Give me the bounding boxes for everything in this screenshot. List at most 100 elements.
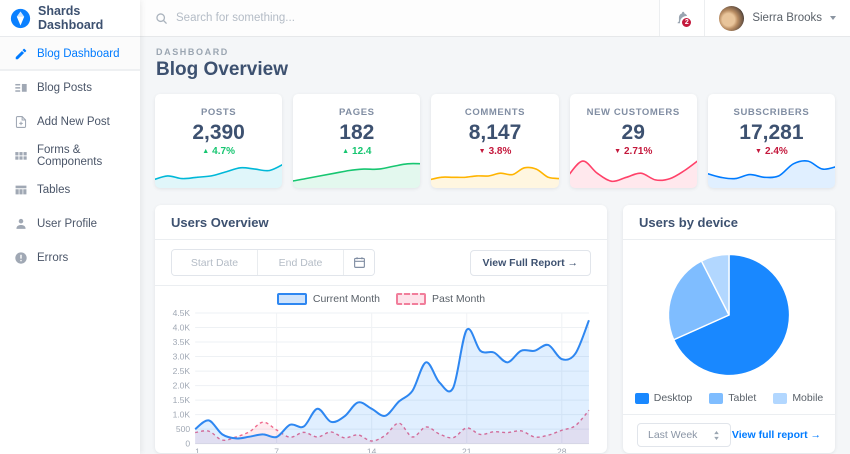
x-axis-tick: 1: [195, 447, 200, 453]
stat-change-down: ▼3.8%: [431, 146, 558, 157]
stat-change-value: 3.8%: [489, 146, 512, 157]
calendar-icon: [353, 256, 366, 269]
current-month-swatch: [277, 293, 307, 305]
legend-tablet[interactable]: Tablet: [709, 392, 756, 404]
stat-label: COMMENTS: [431, 107, 558, 118]
vertical-split-icon: [14, 81, 28, 95]
arrow-down-icon: ▼: [479, 148, 486, 155]
note-add-icon: [14, 115, 28, 129]
stat-value: 17,281: [708, 121, 835, 145]
tablet-swatch: [709, 393, 723, 404]
calendar-button[interactable]: [344, 250, 374, 275]
stat-change-up: ▲4.7%: [155, 146, 282, 157]
y-axis-tick: 3.5K: [173, 337, 191, 347]
search-bar[interactable]: [140, 0, 659, 36]
legend-label: Desktop: [654, 392, 693, 404]
stat-sparkline: [293, 152, 420, 188]
overview-controls: View Full Report →: [155, 240, 607, 286]
legend-label: Tablet: [728, 392, 756, 404]
sidebar-item-label: Forms & Components: [37, 144, 126, 168]
start-date-input[interactable]: [172, 250, 258, 275]
mobile-swatch: [773, 393, 787, 404]
legend-current-month[interactable]: Current Month: [277, 293, 380, 305]
arrow-up-icon: ▲: [202, 148, 209, 155]
stat-change-value: 2.71%: [624, 146, 652, 157]
legend-desktop[interactable]: Desktop: [635, 392, 693, 404]
chart-legend: Current Month Past Month: [165, 293, 597, 305]
brand[interactable]: Shards Dashboard: [0, 0, 140, 37]
y-axis-tick: 4.5K: [173, 308, 191, 318]
sidebar-item-label: Blog Dashboard: [37, 48, 119, 60]
sidebar-item-forms-components[interactable]: Forms & Components: [0, 139, 140, 173]
users-by-device-card: Users by device Desktop Tablet M: [623, 205, 835, 453]
stat-change-down: ▼2.4%: [708, 146, 835, 157]
sidebar-item-add-new-post[interactable]: Add New Post: [0, 105, 140, 139]
stat-sparkline: [431, 152, 558, 188]
past-month-swatch: [396, 293, 426, 305]
stat-change-value: 2.4%: [765, 146, 788, 157]
error-icon: [14, 251, 28, 265]
page-title: Blog Overview: [156, 59, 835, 81]
users-by-device-title: Users by device: [623, 205, 835, 240]
sidebar-item-blog-dashboard[interactable]: Blog Dashboard: [0, 37, 140, 71]
y-axis-tick: 3.0K: [173, 352, 191, 362]
y-axis-tick: 2.0K: [173, 381, 191, 391]
users-overview-title: Users Overview: [155, 205, 607, 240]
stat-sparkline: [155, 152, 282, 188]
view-full-report-link[interactable]: View full report →: [732, 429, 821, 441]
sidebar-item-user-profile[interactable]: User Profile: [0, 207, 140, 241]
x-axis-tick: 21: [462, 447, 472, 453]
users-overview-card: Users Overview View Full Report →: [155, 205, 607, 453]
stat-card-new-customers: NEW CUSTOMERS29▼2.71%: [570, 94, 697, 188]
breadcrumb: DASHBOARD: [156, 47, 835, 57]
person-icon: [14, 217, 28, 231]
sidebar-item-tables[interactable]: Tables: [0, 173, 140, 207]
sidebar-item-errors[interactable]: Errors: [0, 241, 140, 275]
date-range-group: [171, 249, 375, 276]
shards-logo-icon: [10, 8, 31, 29]
app-title: Shards Dashboard: [38, 4, 130, 32]
chevron-down-icon: [830, 16, 836, 20]
legend-label: Past Month: [432, 293, 485, 305]
stat-label: PAGES: [293, 107, 420, 118]
end-date-input[interactable]: [258, 250, 344, 275]
stat-value: 2,390: [155, 121, 282, 145]
legend-past-month[interactable]: Past Month: [396, 293, 485, 305]
notifications-button[interactable]: 2: [659, 0, 705, 36]
arrow-up-icon: ▲: [342, 148, 349, 155]
stat-value: 29: [570, 121, 697, 145]
user-menu[interactable]: Sierra Brooks: [705, 0, 850, 36]
timeframe-value: Last Week: [648, 429, 697, 441]
stat-value: 182: [293, 121, 420, 145]
stat-card-pages: PAGES182▲12.4: [293, 94, 420, 188]
view-full-report-button[interactable]: View Full Report →: [470, 250, 591, 276]
avatar: [719, 6, 744, 31]
pie-chart-wrap: [623, 240, 835, 386]
sidebar: Shards Dashboard Blog Dashboard Blog Post…: [0, 0, 140, 454]
sidebar-item-label: Blog Posts: [37, 82, 92, 94]
device-footer: Last Week View full report →: [623, 414, 835, 453]
legend-label: Current Month: [313, 293, 380, 305]
sidebar-item-blog-posts[interactable]: Blog Posts: [0, 71, 140, 105]
sidebar-nav: Blog Dashboard Blog Posts Add New Post Form…: [0, 37, 140, 275]
y-axis-tick: 0: [185, 439, 190, 449]
y-axis-tick: 4.0K: [173, 323, 191, 333]
y-axis-tick: 1.5K: [173, 395, 191, 405]
page-header: DASHBOARD Blog Overview: [156, 47, 835, 81]
arrow-down-icon: ▼: [755, 148, 762, 155]
stat-change-value: 4.7%: [212, 146, 235, 157]
content-area: DASHBOARD Blog Overview POSTS2,390▲4.7%P…: [140, 37, 850, 454]
stat-card-posts: POSTS2,390▲4.7%: [155, 94, 282, 188]
legend-mobile[interactable]: Mobile: [773, 392, 823, 404]
stat-label: SUBSCRIBERS: [708, 107, 835, 118]
search-input[interactable]: [176, 12, 644, 24]
timeframe-select[interactable]: Last Week: [637, 423, 731, 447]
stat-value: 8,147: [431, 121, 558, 145]
stats-row: POSTS2,390▲4.7%PAGES182▲12.4COMMENTS8,14…: [155, 94, 835, 188]
notification-badge: 2: [680, 16, 693, 29]
device-pie-chart: [658, 244, 800, 386]
sidebar-item-label: Errors: [37, 252, 68, 264]
stat-card-subscribers: SUBSCRIBERS17,281▼2.4%: [708, 94, 835, 188]
desktop-swatch: [635, 393, 649, 404]
y-axis-tick: 500: [176, 424, 190, 434]
